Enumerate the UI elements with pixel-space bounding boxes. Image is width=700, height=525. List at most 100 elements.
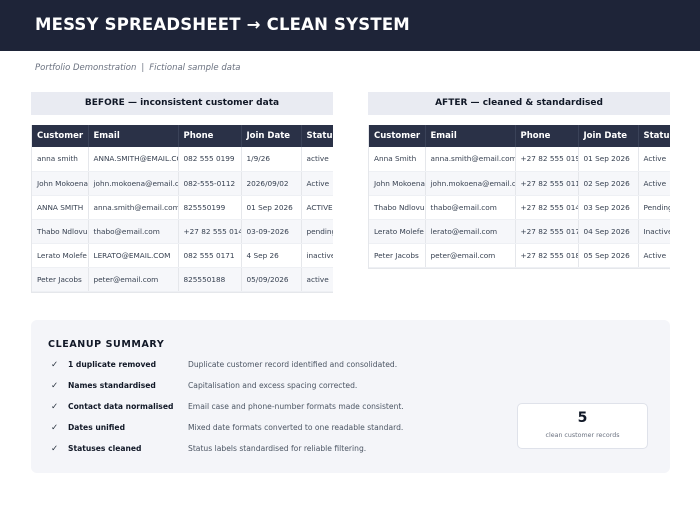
summary-item-description: Capitalisation and excess spacing correc… (188, 381, 358, 390)
summary-title: CLEANUP SUMMARY (48, 339, 165, 350)
table-row: Thabo Ndlovu thabo@email.com +27 82 555 01… (32, 219, 333, 244)
table-cell: pending (301, 219, 333, 244)
table-cell: Anna Smith (369, 147, 426, 172)
table-cell: ACTIVE (301, 195, 333, 220)
table-cell: inactive (301, 243, 333, 268)
column-header: Customer (32, 125, 89, 147)
column-header: Status (301, 125, 333, 147)
table-row: Thabo Ndlovu thabo@email.com +27 82 555 01… (369, 195, 670, 220)
column-header: Email (425, 125, 516, 147)
checkmark-icon: ✓ (51, 402, 59, 412)
column-header: Phone (515, 125, 579, 147)
table-cell: John Mokoena (369, 171, 426, 196)
checkmark-icon: ✓ (51, 381, 59, 391)
table-row: anna smithANNA.SMITH@EMAIL.COM082 555 01… (32, 147, 333, 172)
column-header: Join Date (578, 125, 639, 147)
summary-item-label: 1 duplicate removed (68, 360, 157, 369)
table-cell: peter@email.com (88, 267, 179, 292)
subtitle: Portfolio Demonstration | Fictional sample… (35, 63, 240, 73)
column-header: Customer (369, 125, 426, 147)
after-panel-title: AFTER — cleaned & standardised (368, 92, 670, 115)
table-cell: john.mokoena@email.com (425, 171, 516, 196)
summary-item-label: Names standardised (68, 381, 156, 390)
table-cell: 4 Sep 26 (241, 243, 302, 268)
before-panel-title: BEFORE — inconsistent customer data (31, 92, 333, 115)
table-cell: 03-09-2026 (241, 219, 302, 244)
table-cell: John Mokoena (32, 171, 89, 196)
table-cell: 825550188 (178, 267, 242, 292)
checkmark-icon: ✓ (51, 423, 59, 433)
table-cell: ANNA.SMITH@EMAIL.COM (88, 147, 179, 172)
table-cell: +27 82 555 0171 (515, 219, 579, 244)
subtitle-left: Portfolio Demonstration (35, 63, 137, 73)
table-cell: anna.smith@email.com (425, 147, 516, 172)
summary-item-label: Dates unified (68, 423, 126, 432)
page-title: MESSY SPREADSHEET → CLEAN SYSTEM (35, 15, 410, 34)
table-row: John Mokoenajohn.mokoena@email.com+27 82… (369, 171, 670, 196)
metric-value: 5 (577, 410, 588, 426)
table-cell: 082 555 0199 (178, 147, 242, 172)
table-cell: Thabo Ndlovu (369, 195, 426, 220)
table-cell: john.mokoena@email.com (88, 171, 179, 196)
table-cell: Thabo Ndlovu (32, 219, 89, 244)
table-row: ANNA SMITH anna.smith@email.com 825550199 0… (32, 195, 333, 220)
table-row: Lerato Molefe LERATO@EMAIL.COM 082 555 017… (32, 243, 333, 268)
table-cell: Peter Jacobs (32, 267, 89, 292)
table-cell: 01 Sep 2026 (578, 147, 639, 172)
column-header: Email (88, 125, 179, 147)
table-cell: LERATO@EMAIL.COM (88, 243, 179, 268)
clean-records-metric: 5 clean customer records (517, 403, 648, 449)
table-cell: 825550199 (178, 195, 242, 220)
table-cell: 05 Sep 2026 (578, 243, 639, 268)
table-cell: Pending (638, 195, 670, 220)
table-cell: anna.smith@email.com (88, 195, 179, 220)
table-cell: active (301, 267, 333, 292)
table-cell: ANNA SMITH (32, 195, 89, 220)
table-cell: +27 82 555 0112 (515, 171, 579, 196)
cleanup-summary-panel: CLEANUP SUMMARY ✓ 1 duplicate removed Dupl… (31, 320, 670, 473)
column-header: Join Date (241, 125, 302, 147)
table-cell: 04 Sep 2026 (578, 219, 639, 244)
table-cell: anna smith (32, 147, 89, 172)
metric-label: clean customer records (545, 432, 620, 439)
table-cell: Active (301, 171, 333, 196)
header-bar: MESSY SPREADSHEET → CLEAN SYSTEM (0, 0, 700, 51)
table-cell: 2026/09/02 (241, 171, 302, 196)
table-cell: 03 Sep 2026 (578, 195, 639, 220)
table-cell: +27 82 555 0147 (178, 219, 242, 244)
summary-item-description: Mixed date formats converted to one read… (188, 423, 404, 432)
summary-item-label: Statuses cleaned (68, 444, 142, 453)
table-cell: Inactive (638, 219, 670, 244)
table-cell: thabo@email.com (425, 195, 516, 220)
checkmark-icon: ✓ (51, 444, 59, 454)
summary-item-description: Status labels standardised for reliable … (188, 444, 367, 453)
table-cell: Active (638, 243, 670, 268)
table-cell: 05/09/2026 (241, 267, 302, 292)
table-cell: active (301, 147, 333, 172)
column-header: Phone (178, 125, 242, 147)
table-cell: 082-555-0112 (178, 171, 242, 196)
table-row: Anna Smith anna.smith@email.com +27 82 555… (369, 147, 670, 172)
table-row: Peter Jacobs peter@email.com +27 82 555 01… (369, 243, 670, 268)
checkmark-icon: ✓ (51, 360, 59, 370)
after-table: CustomerEmailPhoneJoin DateStatus Anna S… (368, 125, 670, 269)
summary-item-description: Duplicate customer record identified and… (188, 360, 398, 369)
column-header: Status (638, 125, 670, 147)
table-row: Lerato Molefe lerato@email.com +27 82 555 … (369, 219, 670, 244)
before-table: CustomerEmailPhoneJoin DateStatus anna s… (31, 125, 333, 293)
table-cell: 02 Sep 2026 (578, 171, 639, 196)
table-cell: +27 82 555 0188 (515, 243, 579, 268)
table-cell: lerato@email.com (425, 219, 516, 244)
table-cell: +27 82 555 0147 (515, 195, 579, 220)
table-cell: Active (638, 171, 670, 196)
table-cell: thabo@email.com (88, 219, 179, 244)
table-cell: +27 82 555 0199 (515, 147, 579, 172)
table-cell: Active (638, 147, 670, 172)
subtitle-separator: | (141, 63, 145, 73)
table-cell: 1/9/26 (241, 147, 302, 172)
subtitle-right: Fictional sample data (149, 63, 241, 73)
table-cell: Peter Jacobs (369, 243, 426, 268)
table-cell: peter@email.com (425, 243, 516, 268)
table-cell: Lerato Molefe (32, 243, 89, 268)
summary-item-label: Contact data normalised (68, 402, 174, 411)
